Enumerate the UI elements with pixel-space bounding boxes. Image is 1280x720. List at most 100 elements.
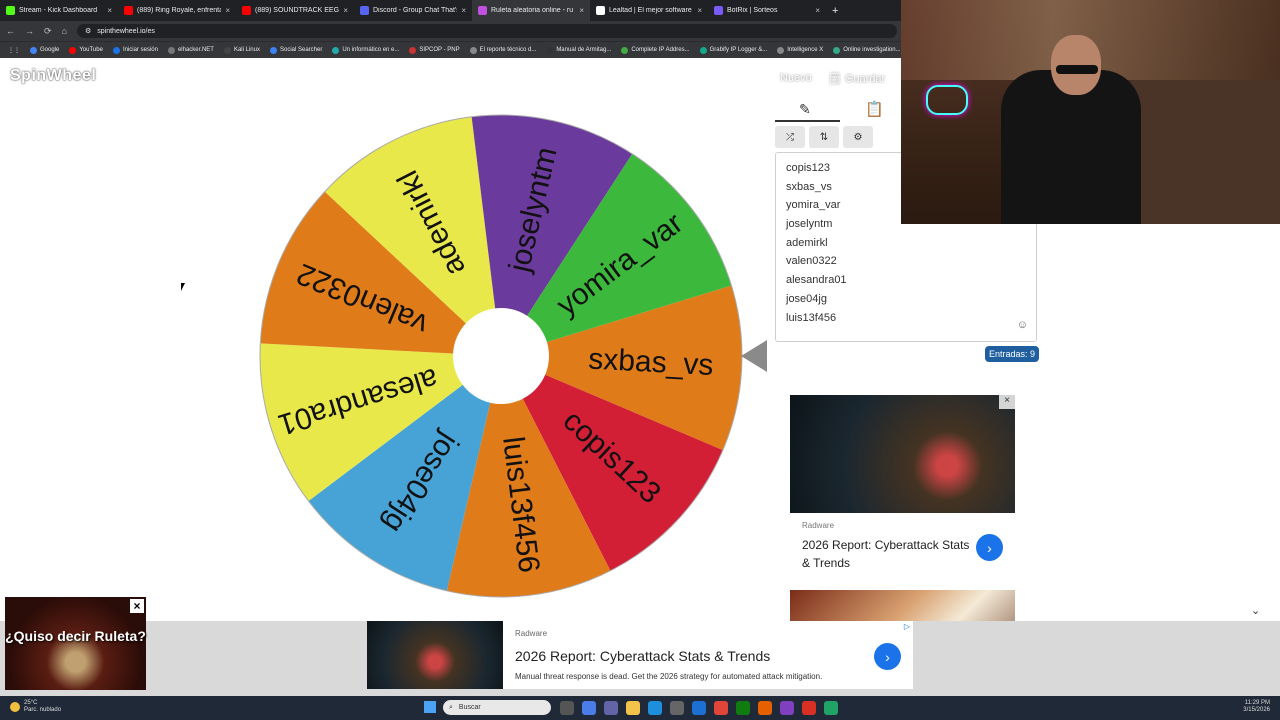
close-icon[interactable]: × (999, 395, 1015, 409)
browser-tab[interactable]: (889) SOUNDTRACK EEG | GAN× (236, 0, 354, 21)
side-ad[interactable]: × Radware 2026 Report: Cyberattack Stats… (790, 395, 1015, 585)
wheel-center[interactable] (453, 308, 549, 404)
bookmark-item[interactable]: YouTube (69, 46, 103, 54)
tab-favicon (6, 6, 15, 15)
vscode-icon[interactable] (692, 701, 706, 715)
save-label: Guardar (844, 73, 886, 85)
tab-title: Ruleta aleatoria online - ru (491, 7, 574, 14)
bookmark-label: Intelligence X (787, 47, 824, 53)
tab-close-icon[interactable]: × (343, 6, 348, 15)
reload-icon[interactable]: ⟳ (44, 26, 52, 37)
copilot-icon[interactable] (582, 701, 596, 715)
bookmark-icon (699, 46, 707, 54)
forward-icon[interactable]: → (25, 26, 34, 36)
tab-close-icon[interactable]: × (461, 6, 466, 15)
panel-tabs: ✎ 📋 (775, 98, 900, 122)
results-tab-icon[interactable]: 📋 (865, 100, 884, 118)
apps-grid-icon[interactable]: ⋮⋮ (8, 47, 20, 54)
bookmark-item[interactable]: Google (30, 46, 59, 54)
bookmark-item[interactable]: Online investigation... (833, 46, 901, 54)
wheel-svg[interactable]: sxbas_vscopis123luis13f456jose04jgalesan… (258, 113, 744, 599)
browser-tab[interactable]: Ruleta aleatoria online - ru × (472, 0, 590, 21)
app-icon[interactable] (780, 701, 794, 715)
bookmark-item[interactable]: Manual de Armitag... (546, 46, 611, 54)
bookmark-item[interactable]: Kali Linux (223, 46, 260, 54)
clock-time: 11:29 PM (1244, 700, 1270, 706)
chrome-icon[interactable] (714, 701, 728, 715)
bookmark-item[interactable]: Un informático en e... (332, 46, 399, 54)
bookmark-item[interactable]: elhacker.NET (167, 46, 214, 54)
ad-go-button[interactable]: › (976, 534, 1003, 561)
tab-list: Stream - Kick Dashboard × (889) Ring Royal… (0, 0, 826, 21)
sort-button[interactable]: ⇅ (809, 126, 839, 148)
settings-button[interactable]: ⚙ (843, 126, 873, 148)
browser-tab[interactable]: Stream - Kick Dashboard × (0, 0, 118, 21)
ad-headline[interactable]: 2026 Report: Cyberattack Stats & Trends (802, 536, 972, 572)
bookmark-label: SIPCOP - PNP (419, 47, 460, 53)
new-button[interactable]: Nuevo (780, 72, 812, 85)
bottom-ad[interactable]: Radware 2026 Report: Cyberattack Stats &… (367, 621, 913, 689)
bookmark-item[interactable]: SIPCOP - PNP (409, 46, 460, 54)
weather-widget[interactable]: 25°C Parc. nublado (10, 700, 61, 714)
close-icon[interactable]: × (130, 599, 144, 613)
browser-tab[interactable]: Lealtad | El mejor software para × (590, 0, 708, 21)
firefox-icon[interactable] (758, 701, 772, 715)
bookmark-item[interactable]: Complete IP Addres... (621, 46, 690, 54)
entries-count-badge: Entradas: 9 (985, 346, 1040, 362)
tab-favicon (596, 6, 605, 15)
bookmark-icon (833, 46, 841, 54)
tab-close-icon[interactable]: × (107, 6, 112, 15)
clock[interactable]: 11:29 PM 3/15/2026 (1243, 700, 1270, 714)
entry-line[interactable]: luis13f456 (786, 309, 1026, 328)
entry-line[interactable]: alesandra01 (786, 271, 1026, 290)
top-actions: Nuevo 🗒 Guardar (780, 72, 885, 85)
bookmark-item[interactable]: El reporte técnico d... (469, 46, 536, 54)
home-icon[interactable]: ⌂ (62, 26, 67, 36)
site-info-icon[interactable]: ⚙ (85, 27, 91, 35)
entry-line[interactable]: jose04jg (786, 290, 1026, 309)
roulette-ad-text: ¿Quiso decir Ruleta? (5, 628, 146, 644)
steam-icon[interactable] (670, 701, 684, 715)
bookmark-icon (269, 46, 277, 54)
browser-tab[interactable]: Discord - Group Chat That's All × (354, 0, 472, 21)
tab-close-icon[interactable]: × (579, 6, 584, 15)
spin-wheel[interactable]: sxbas_vs copis123 luis13f456 jose04jg alesan… (258, 113, 744, 599)
browser-tab[interactable]: (889) Ring Royale, enfrentamie× (118, 0, 236, 21)
roulette-ad[interactable]: × ¿Quiso decir Ruleta? (5, 597, 146, 690)
save-button[interactable]: 🗒 Guardar (828, 72, 885, 85)
tab-title: Discord - Group Chat That's All (373, 7, 457, 14)
edge-icon[interactable] (648, 701, 662, 715)
excel-icon[interactable] (824, 701, 838, 715)
bookmark-item[interactable]: Social Searcher (269, 46, 322, 54)
bookmark-icon (409, 46, 417, 54)
browser-tab[interactable]: BotRix | Sorteos × (708, 0, 826, 21)
back-icon[interactable]: ← (6, 26, 15, 36)
ad-go-button[interactable]: › (874, 643, 901, 670)
taskbar-search[interactable]: ⌕ Buscar (443, 700, 551, 715)
bookmark-icon (777, 46, 785, 54)
entry-line[interactable]: valen0322 (786, 252, 1026, 271)
tab-close-icon[interactable]: × (815, 6, 820, 15)
emoji-icon[interactable]: ☺ (1017, 319, 1028, 331)
ad-headline[interactable]: 2026 Report: Cyberattack Stats & Trends (515, 648, 770, 664)
bookmark-item[interactable]: Iniciar sesión (112, 46, 158, 54)
chevron-down-icon[interactable]: ⌄ (1251, 604, 1260, 617)
windows-start-icon[interactable] (424, 701, 436, 713)
tab-close-icon[interactable]: × (697, 6, 702, 15)
tab-close-icon[interactable]: × (225, 6, 230, 15)
bookmark-item[interactable]: Intelligence X (777, 46, 824, 54)
ad-info-icon[interactable]: ▷ (904, 622, 910, 631)
url-field[interactable]: ⚙ spinthewheel.io/es (76, 24, 897, 38)
task-view-icon[interactable] (560, 701, 574, 715)
bookmark-icon (112, 46, 120, 54)
bookmark-item[interactable]: Grabify IP Logger &... (699, 46, 767, 54)
shuffle-button[interactable]: ⤮ (775, 126, 805, 148)
xbox-icon[interactable] (736, 701, 750, 715)
file-explorer-icon[interactable] (626, 701, 640, 715)
edit-tab-icon[interactable]: ✎ (799, 101, 811, 118)
new-tab-button[interactable]: + (832, 5, 838, 17)
chrome-icon-2[interactable] (802, 701, 816, 715)
app-logo[interactable]: SpinWheel (10, 67, 96, 85)
entry-line[interactable]: ademirkl (786, 234, 1026, 253)
teams-icon[interactable] (604, 701, 618, 715)
